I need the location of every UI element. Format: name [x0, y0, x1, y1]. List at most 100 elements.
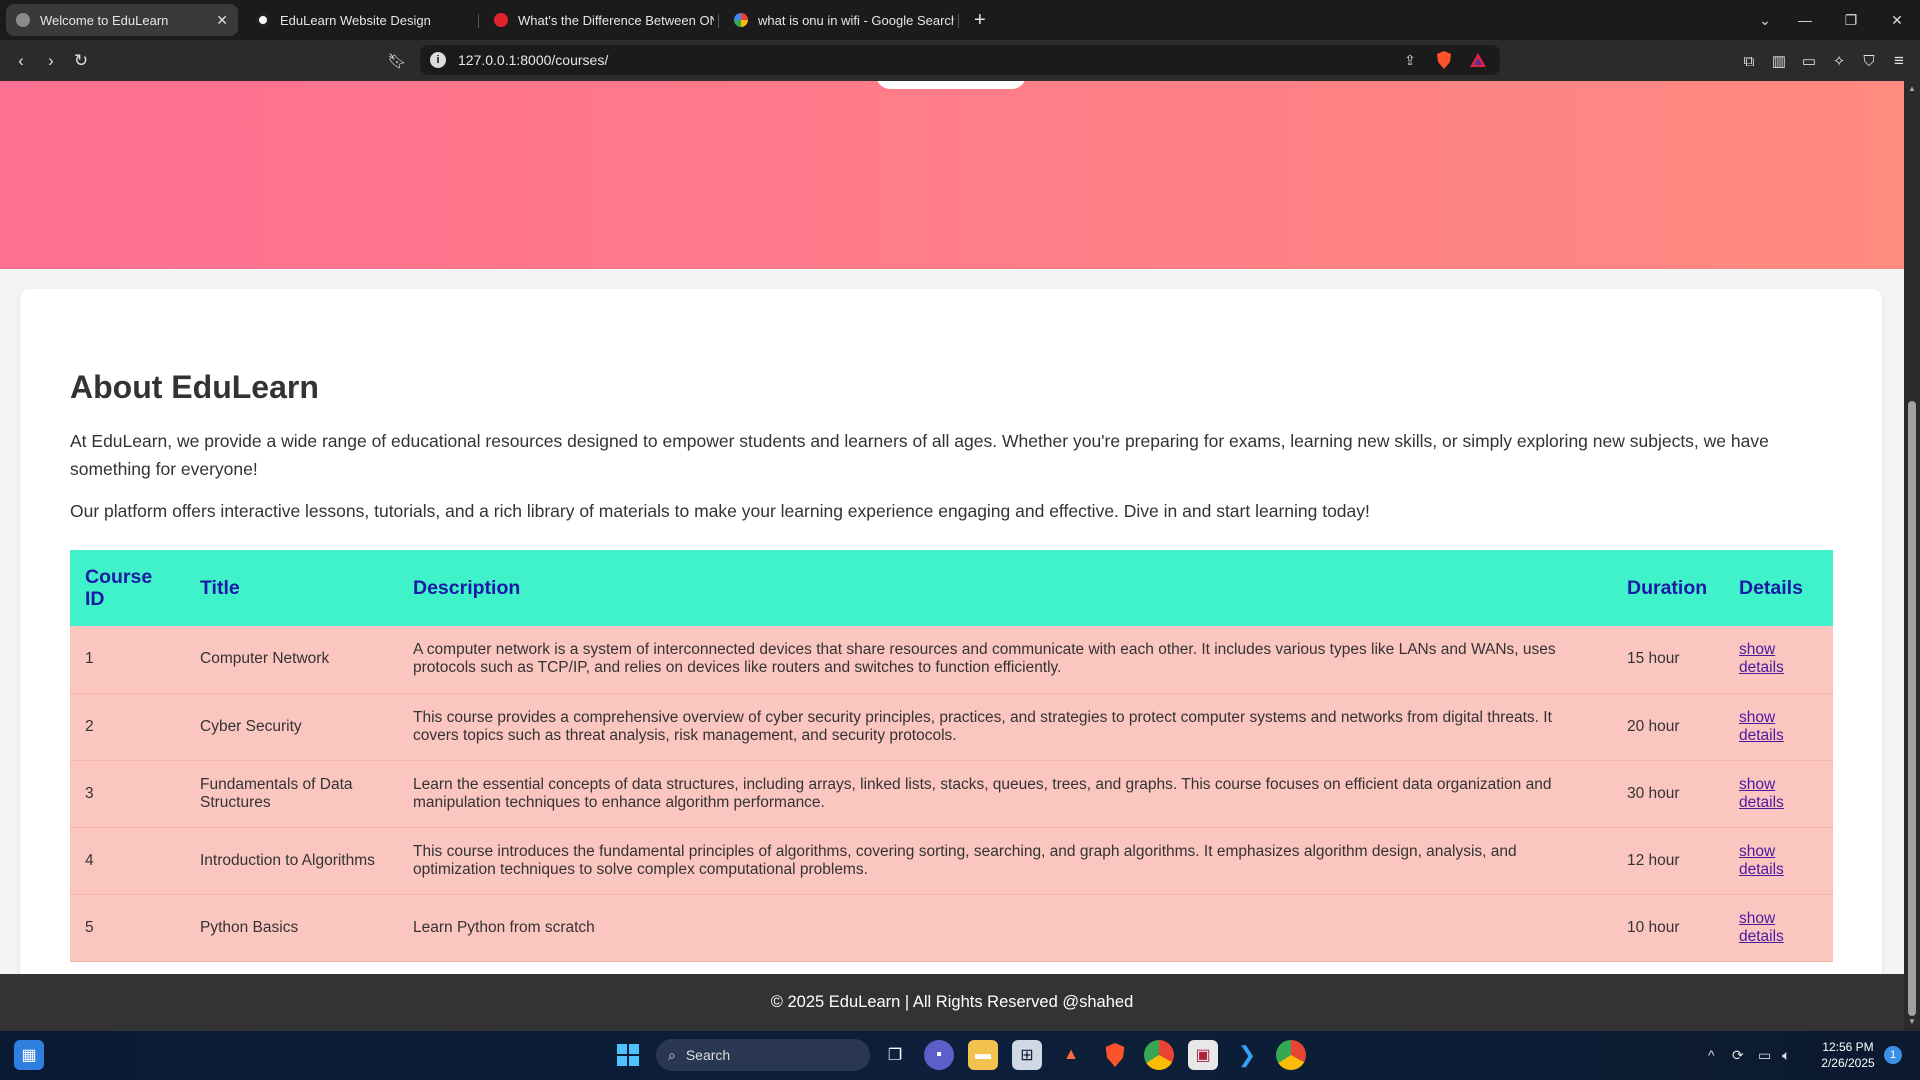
show-hidden-icons-button[interactable]: ^ — [1708, 1047, 1715, 1063]
course-title-cell: Introduction to Algorithms — [185, 827, 398, 895]
restore-button[interactable]: ❐ — [1828, 0, 1874, 40]
tab-title: what is onu in wifi - Google Search — [758, 12, 954, 28]
show-details-link[interactable]: show details — [1739, 776, 1784, 811]
brave-browser-icon[interactable] — [1100, 1040, 1130, 1070]
file-explorer-icon[interactable]: ▬ — [968, 1040, 998, 1070]
url-text[interactable]: 127.0.0.1:8000/courses/ — [458, 52, 608, 68]
hero-button[interactable] — [876, 81, 1026, 89]
leo-ai-button[interactable]: ✧ — [1826, 48, 1852, 74]
site-info-icon[interactable]: i — [430, 52, 446, 68]
course-title-cell: Python Basics — [185, 894, 398, 962]
chrome-icon[interactable] — [1144, 1040, 1174, 1070]
share-icon[interactable]: ⇪ — [1400, 50, 1420, 70]
show-details-link[interactable]: show details — [1739, 641, 1784, 676]
show-details-link[interactable]: show details — [1739, 709, 1784, 744]
tab-edulearn-website-design[interactable]: EduLearn Website Design — [246, 4, 476, 36]
notification-badge[interactable]: 1 — [1884, 1046, 1902, 1064]
scrollbar-thumb[interactable] — [1908, 401, 1916, 1016]
bookmark-icon: 🔖︎ — [387, 53, 407, 70]
course-duration-cell: 12 hour — [1612, 827, 1724, 895]
vscode-icon[interactable]: ❯ — [1232, 1040, 1262, 1070]
sidebar-button[interactable]: ▥ — [1766, 48, 1792, 74]
wallet-button[interactable]: ▭ — [1796, 48, 1822, 74]
reload-icon: ↻ — [73, 51, 89, 70]
sync-icon[interactable]: ⟳ — [1732, 1047, 1744, 1064]
arrow-right-icon: › — [48, 51, 54, 70]
column-header-description: Description — [398, 550, 1612, 626]
search-label: Search — [685, 1047, 731, 1063]
plus-icon: + — [974, 8, 986, 31]
close-window-button[interactable]: ✕ — [1874, 0, 1920, 40]
tab-divider — [958, 14, 959, 28]
app-icon[interactable]: ▣ — [1188, 1040, 1218, 1070]
puzzle-icon: ⧉ — [1743, 52, 1755, 70]
back-button[interactable]: ‹ — [8, 48, 34, 74]
column-header-title: Title — [185, 550, 398, 626]
globe-icon — [16, 13, 30, 27]
about-paragraph: At EduLearn, we provide a wide range of … — [70, 431, 1769, 479]
clock-date: 2/26/2025 — [1821, 1056, 1875, 1070]
chrome-profile-icon[interactable] — [1276, 1040, 1306, 1070]
hamburger-menu-icon: ≡ — [1894, 51, 1904, 70]
volume-icon[interactable]: 🔈︎ — [1782, 1047, 1790, 1064]
menu-button[interactable]: ≡ — [1886, 48, 1912, 74]
arrow-left-icon: ‹ — [18, 51, 24, 70]
page-viewport: About EduLearn At EduLearn, we provide a… — [0, 81, 1904, 1031]
scroll-up-icon[interactable]: ▲ — [1907, 84, 1917, 94]
teams-chat-icon[interactable]: ▪ — [924, 1040, 954, 1070]
course-duration-cell: 10 hour — [1612, 894, 1724, 962]
course-details-cell: show details — [1724, 827, 1833, 895]
about-paragraph: Our platform offers interactive lessons,… — [70, 501, 1370, 521]
clock[interactable]: 12:56 PM 2/26/2025 — [1808, 1039, 1888, 1071]
tab-title: Welcome to EduLearn — [40, 12, 169, 28]
hero-banner — [0, 81, 1904, 269]
matlab-icon[interactable]: ▲ — [1056, 1040, 1086, 1070]
course-title-cell: Computer Network — [185, 626, 398, 694]
close-icon[interactable]: ✕ — [216, 12, 228, 29]
taskbar-search[interactable]: ⌕ Search — [656, 1039, 870, 1071]
start-button[interactable] — [613, 1040, 643, 1070]
course-title-cell: Cyber Security — [185, 693, 398, 761]
task-view-icon[interactable]: ❐ — [880, 1040, 910, 1070]
bookmark-button[interactable]: 🔖︎ — [384, 48, 410, 74]
courses-table: Course ID Title Description Duration Det… — [70, 550, 1833, 962]
tab-welcome-to-edulearn[interactable]: Welcome to EduLearn ✕ — [6, 4, 238, 36]
page-footer: © 2025 EduLearn | All Rights Reserved @s… — [0, 974, 1904, 1031]
site-favicon-icon — [494, 13, 508, 27]
show-details-link[interactable]: show details — [1739, 843, 1784, 878]
brave-rewards-icon[interactable] — [1468, 50, 1488, 70]
column-header-duration: Duration — [1612, 550, 1724, 626]
show-details-link[interactable]: show details — [1739, 910, 1784, 945]
table-row: 5 Python Basics Learn Python from scratc… — [70, 894, 1833, 962]
course-description-cell: A computer network is a system of interc… — [398, 626, 1612, 694]
column-header-course-id: Course ID — [70, 550, 185, 626]
microsoft-store-icon[interactable]: ⊞ — [1012, 1040, 1042, 1070]
new-tab-button[interactable]: + — [964, 4, 994, 36]
sparkle-icon: ✧ — [1832, 53, 1846, 70]
tab-google-search[interactable]: what is onu in wifi - Google Search — [724, 4, 954, 36]
brave-shields-icon[interactable] — [1434, 50, 1454, 70]
course-duration-cell: 30 hour — [1612, 760, 1724, 828]
network-icon[interactable]: ▭ — [1758, 1047, 1771, 1064]
course-duration-cell: 15 hour — [1612, 626, 1724, 694]
vertical-scrollbar[interactable]: ▲ ▼ — [1904, 81, 1920, 1031]
tab-onu-difference[interactable]: What's the Difference Between ONU — [484, 4, 714, 36]
tab-divider — [718, 14, 719, 28]
shield-icon: ⛉ — [1863, 52, 1875, 70]
reload-button[interactable]: ↻ — [68, 48, 94, 74]
minimize-button[interactable]: — — [1782, 0, 1828, 40]
extensions-button[interactable]: ⧉ — [1736, 48, 1762, 74]
clock-time: 12:56 PM — [1822, 1040, 1874, 1054]
address-bar[interactable]: i 127.0.0.1:8000/courses/ ⇪ — [420, 45, 1500, 75]
forward-button[interactable]: › — [38, 48, 64, 74]
wallet-icon: ▭ — [1801, 53, 1817, 70]
vpn-button[interactable]: ⛉ — [1856, 48, 1882, 74]
about-title: About EduLearn — [70, 369, 319, 405]
widgets-icon[interactable]: ▦ — [14, 1040, 44, 1070]
browser-tab-strip: Welcome to EduLearn ✕ EduLearn Website D… — [0, 0, 1920, 40]
minimize-icon: — — [1798, 12, 1812, 28]
tab-title: What's the Difference Between ONU — [518, 12, 714, 28]
course-description-cell: Learn the essential concepts of data str… — [398, 760, 1612, 828]
scroll-down-icon[interactable]: ▼ — [1907, 1017, 1917, 1027]
browser-toolbar: ‹ › ↻ 🔖︎ i 127.0.0.1:8000/courses/ ⇪ ⧉ ▥… — [0, 40, 1920, 81]
